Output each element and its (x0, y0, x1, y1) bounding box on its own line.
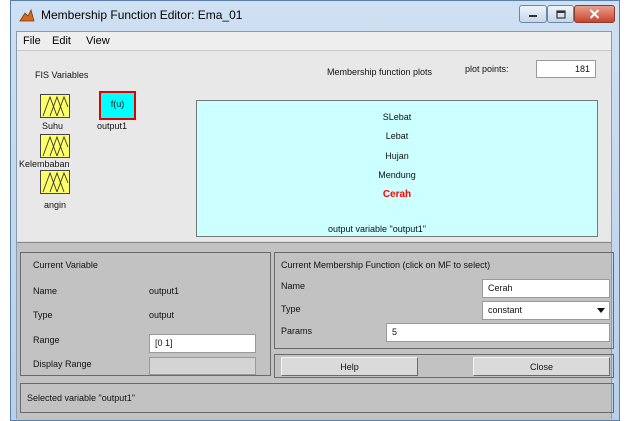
cv-type-label: Type (33, 310, 53, 320)
mf-triangles-icon (42, 95, 69, 117)
status-text: Selected variable "output1" (27, 393, 135, 403)
cv-name-value: output1 (149, 286, 180, 296)
mf-name-input[interactable]: Cerah (482, 279, 610, 298)
status-bar: Selected variable "output1" (20, 383, 614, 413)
input-kelembaban-box[interactable] (40, 134, 70, 158)
membership-function-plot[interactable]: SLebat Lebat Hujan Mendung Cerah (196, 100, 598, 237)
title-bar[interactable]: Membership Function Editor: Ema_01 (11, 1, 619, 31)
plot-caption: output variable "output1" (328, 224, 426, 234)
output-box-label: f(u) (110, 99, 125, 109)
current-variable-title: Current Variable (33, 260, 98, 270)
current-mf-title: Current Membership Function (click on MF… (281, 260, 491, 270)
input-angin-label: angin (44, 200, 67, 210)
cv-range-label: Range (33, 335, 60, 345)
plot-title: Membership function plots (327, 67, 433, 77)
window-title: Membership Function Editor: Ema_01 (41, 8, 243, 22)
display-range-input[interactable] (149, 357, 256, 375)
range-input[interactable]: [0 1] (149, 334, 256, 353)
maximize-icon (555, 9, 566, 19)
mf-params-label: Params (281, 326, 313, 336)
close-button[interactable] (574, 5, 615, 23)
menu-file[interactable]: File (23, 35, 41, 47)
menu-edit[interactable]: Edit (52, 35, 71, 47)
upper-pane: FIS Variables Suhu f(u) output1 Kelembab… (17, 51, 611, 241)
mf-hujan[interactable]: Hujan (197, 151, 597, 161)
maximize-button[interactable] (547, 5, 574, 23)
window: Membership Function Editor: Ema_01 File … (10, 0, 620, 421)
matlab-icon (19, 8, 35, 23)
mf-slebat[interactable]: SLebat (197, 112, 597, 122)
minimize-icon (529, 15, 537, 17)
mf-cerah-selected[interactable]: Cerah (197, 189, 597, 200)
mf-mendung[interactable]: Mendung (197, 170, 597, 180)
plot-points-label: plot points: (465, 64, 509, 74)
minimize-button[interactable] (519, 5, 547, 23)
current-mf-panel: Current Membership Function (click on MF… (274, 252, 614, 349)
cv-display-range-label: Display Range (33, 359, 92, 369)
cv-type-value: output (149, 310, 175, 320)
menu-view[interactable]: View (86, 35, 110, 47)
mf-type-label: Type (281, 304, 301, 314)
output-box[interactable]: f(u) (99, 91, 136, 120)
mf-type-value: constant (488, 305, 523, 315)
plot-points-input[interactable]: 181 (536, 60, 596, 78)
input-angin-box[interactable] (40, 170, 70, 194)
lower-pane: Current Variable Name output1 Type outpu… (17, 242, 614, 420)
help-button[interactable]: Help (281, 357, 418, 376)
close-dialog-button[interactable]: Close (473, 357, 610, 376)
chevron-down-icon[interactable] (597, 306, 605, 316)
input-suhu-box[interactable] (40, 94, 70, 118)
mf-name-label: Name (281, 281, 306, 291)
output-label: output1 (97, 121, 128, 131)
mf-triangles-icon (42, 135, 69, 157)
input-suhu-label: Suhu (42, 121, 64, 131)
mf-lebat[interactable]: Lebat (197, 131, 597, 141)
button-row: Help Close (274, 354, 614, 378)
mf-type-select[interactable]: constant (482, 301, 610, 320)
current-variable-panel: Current Variable Name output1 Type outpu… (20, 252, 271, 376)
menu-bar: File Edit View (17, 32, 611, 51)
fis-variables-label: FIS Variables (35, 70, 89, 80)
mf-params-input[interactable]: 5 (386, 323, 610, 342)
editor-client-area: File Edit View FIS Variables Suhu f(u) o… (16, 31, 614, 420)
cv-name-label: Name (33, 286, 58, 296)
input-kelembaban-label: Kelembaban (19, 159, 70, 169)
mf-triangles-icon (42, 171, 69, 193)
close-icon (589, 9, 600, 19)
